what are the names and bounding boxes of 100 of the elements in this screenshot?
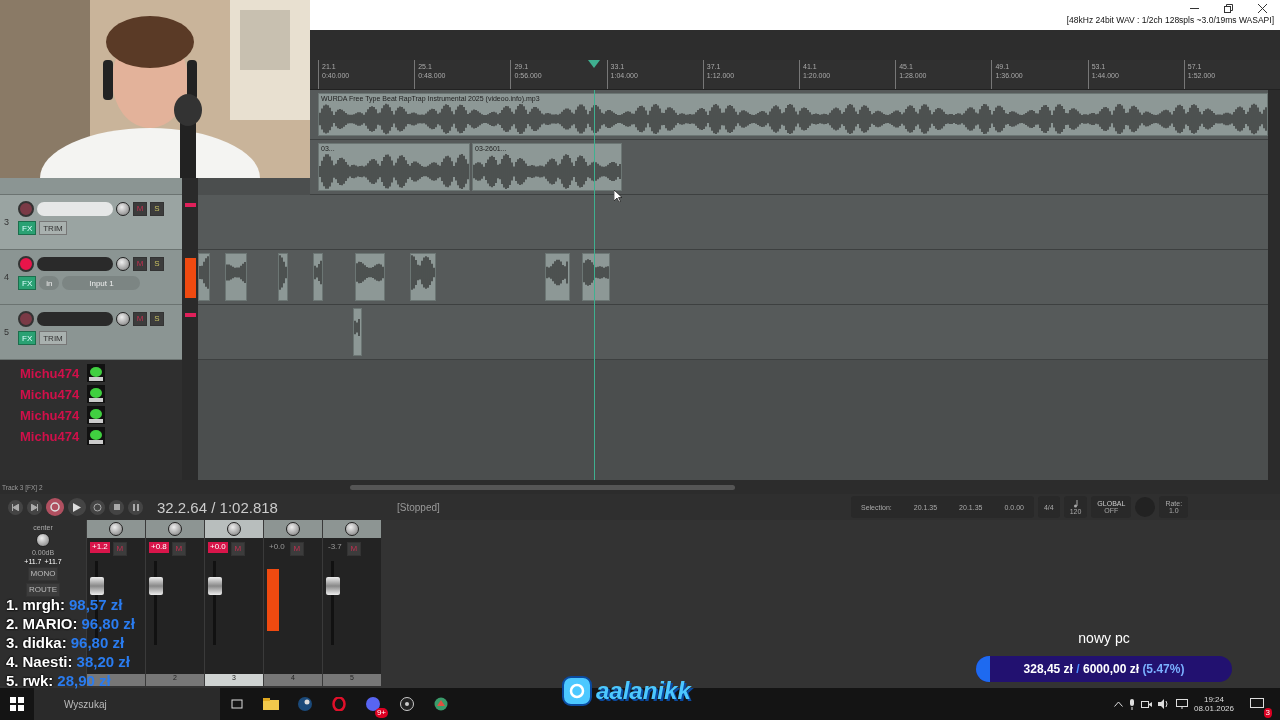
- strip-header[interactable]: [323, 520, 381, 538]
- donor-name: didka:: [22, 634, 67, 651]
- loop-button[interactable]: [90, 499, 105, 515]
- goal-title: nowy pc: [1078, 630, 1130, 646]
- close-button[interactable]: [1256, 2, 1268, 14]
- audio-clip[interactable]: [545, 253, 570, 301]
- camera-icon[interactable]: [1140, 699, 1152, 709]
- loop-icon: [93, 502, 102, 512]
- audio-clip[interactable]: [355, 253, 385, 301]
- fx-button[interactable]: FX: [18, 221, 37, 235]
- fx-button[interactable]: FX: [18, 331, 37, 345]
- chat-app-button[interactable]: 9+: [356, 688, 390, 720]
- audio-clip[interactable]: [353, 308, 362, 356]
- close-icon: [1257, 3, 1267, 13]
- horizontal-scrollbar[interactable]: [350, 484, 735, 490]
- alien-avatar-icon: [87, 406, 106, 424]
- alien-avatar-icon: [87, 385, 106, 403]
- folder-icon: [263, 698, 279, 710]
- audio-clip[interactable]: [225, 253, 247, 301]
- strip-header[interactable]: [87, 520, 145, 538]
- chat-app-icon: [366, 697, 380, 711]
- restore-button[interactable]: [1222, 2, 1234, 14]
- track-header[interactable]: 5 M S FX TRIM: [0, 305, 182, 360]
- fx-button[interactable]: FX: [18, 276, 37, 290]
- solo-button[interactable]: S: [150, 202, 164, 216]
- volume-knob[interactable]: [116, 312, 130, 326]
- network-icon[interactable]: [1175, 699, 1188, 709]
- mono-button[interactable]: MONO: [27, 567, 59, 581]
- task-view-icon: [230, 698, 244, 710]
- trim-button[interactable]: TRIM: [39, 331, 67, 345]
- chat-username: Michu474: [20, 365, 80, 381]
- waveform-drawing: [411, 254, 435, 291]
- track-header[interactable]: 4 M S FX in Input 1: [0, 250, 182, 305]
- pan-knob[interactable]: [109, 522, 123, 536]
- skip-forward-icon: [31, 503, 38, 511]
- track-lane[interactable]: [198, 195, 1268, 250]
- record-arm-button[interactable]: [18, 311, 34, 327]
- pan-knob[interactable]: [227, 522, 241, 536]
- solo-button[interactable]: S: [150, 312, 164, 326]
- play-button[interactable]: [68, 498, 86, 516]
- solo-button[interactable]: S: [150, 257, 164, 271]
- opera-icon: [332, 697, 346, 711]
- chevron-up-icon[interactable]: [1113, 701, 1123, 707]
- skip-back-button[interactable]: [8, 499, 23, 515]
- notifications-button[interactable]: 3: [1240, 688, 1274, 720]
- gain-readout: +0.0: [268, 542, 286, 553]
- donor-name: rwk:: [22, 672, 54, 689]
- pan-knob[interactable]: [345, 522, 359, 536]
- pan-knob[interactable]: [168, 522, 182, 536]
- route-button[interactable]: ROUTE: [26, 583, 60, 597]
- windows-icon: [10, 697, 24, 711]
- volume-icon[interactable]: [1157, 699, 1170, 709]
- strip-header[interactable]: [146, 520, 204, 538]
- gain-readout: -3.7: [327, 542, 343, 553]
- stop-button[interactable]: [109, 499, 124, 515]
- track-name-field[interactable]: [37, 257, 113, 271]
- reaper-icon: [434, 697, 448, 711]
- record-arm-button[interactable]: [18, 201, 34, 217]
- trim-button[interactable]: TRIM: [39, 221, 67, 235]
- audio-device-info: [48kHz 24bit WAV : 1/2ch 128spls ~3.0/19ms WASAPI]: [1066, 15, 1274, 25]
- minimize-icon: [1189, 7, 1199, 9]
- track-name-field[interactable]: [37, 312, 113, 326]
- strip-header[interactable]: [264, 520, 322, 538]
- instagram-icon: [562, 676, 592, 706]
- track-header[interactable]: [0, 178, 182, 195]
- volume-knob[interactable]: [116, 202, 130, 216]
- vertical-scrollbar[interactable]: [1268, 90, 1280, 480]
- volume-knob[interactable]: [116, 257, 130, 271]
- search-field[interactable]: Wyszukaj: [34, 688, 220, 720]
- notification-count: 3: [1263, 708, 1272, 718]
- audio-clip[interactable]: [278, 253, 288, 301]
- strip-header[interactable]: [205, 520, 263, 538]
- audio-clip[interactable]: [410, 253, 436, 301]
- notification-badge: 9+: [374, 708, 388, 718]
- clock-date[interactable]: 08.01.2026: [1193, 704, 1234, 713]
- pause-button[interactable]: [128, 499, 143, 515]
- donation-amount: 96,80 zł: [81, 615, 135, 632]
- pan-knob[interactable]: [286, 522, 300, 536]
- track-lane[interactable]: [198, 250, 1268, 305]
- donor-rank: 3.: [6, 634, 19, 651]
- pan-knob[interactable]: [36, 533, 50, 547]
- skip-back-icon: [12, 503, 19, 511]
- audio-clip[interactable]: [582, 253, 610, 301]
- restore-icon: [1223, 3, 1233, 13]
- record-arm-button[interactable]: [18, 256, 34, 272]
- skip-forward-button[interactable]: [27, 499, 42, 515]
- track-name-field[interactable]: [37, 202, 113, 216]
- gain-readout: +0.0: [208, 542, 228, 553]
- donation-amount: 98,57 zł: [69, 596, 123, 613]
- audio-clip[interactable]: [198, 253, 210, 301]
- track-header[interactable]: 3 M S FX TRIM: [0, 195, 182, 250]
- microphone-icon[interactable]: [1128, 698, 1135, 710]
- record-button[interactable]: [46, 498, 64, 516]
- monitor-button[interactable]: in: [39, 276, 60, 290]
- track-lane[interactable]: [198, 305, 1268, 360]
- clock-time[interactable]: 19:24: [1203, 695, 1224, 704]
- goal-progress-text: 328,45 zł / 6000,00 zł (5.47%): [1023, 662, 1185, 676]
- input-dropdown[interactable]: Input 1: [62, 276, 141, 290]
- steam-icon: [298, 697, 312, 711]
- audio-clip[interactable]: [313, 253, 323, 301]
